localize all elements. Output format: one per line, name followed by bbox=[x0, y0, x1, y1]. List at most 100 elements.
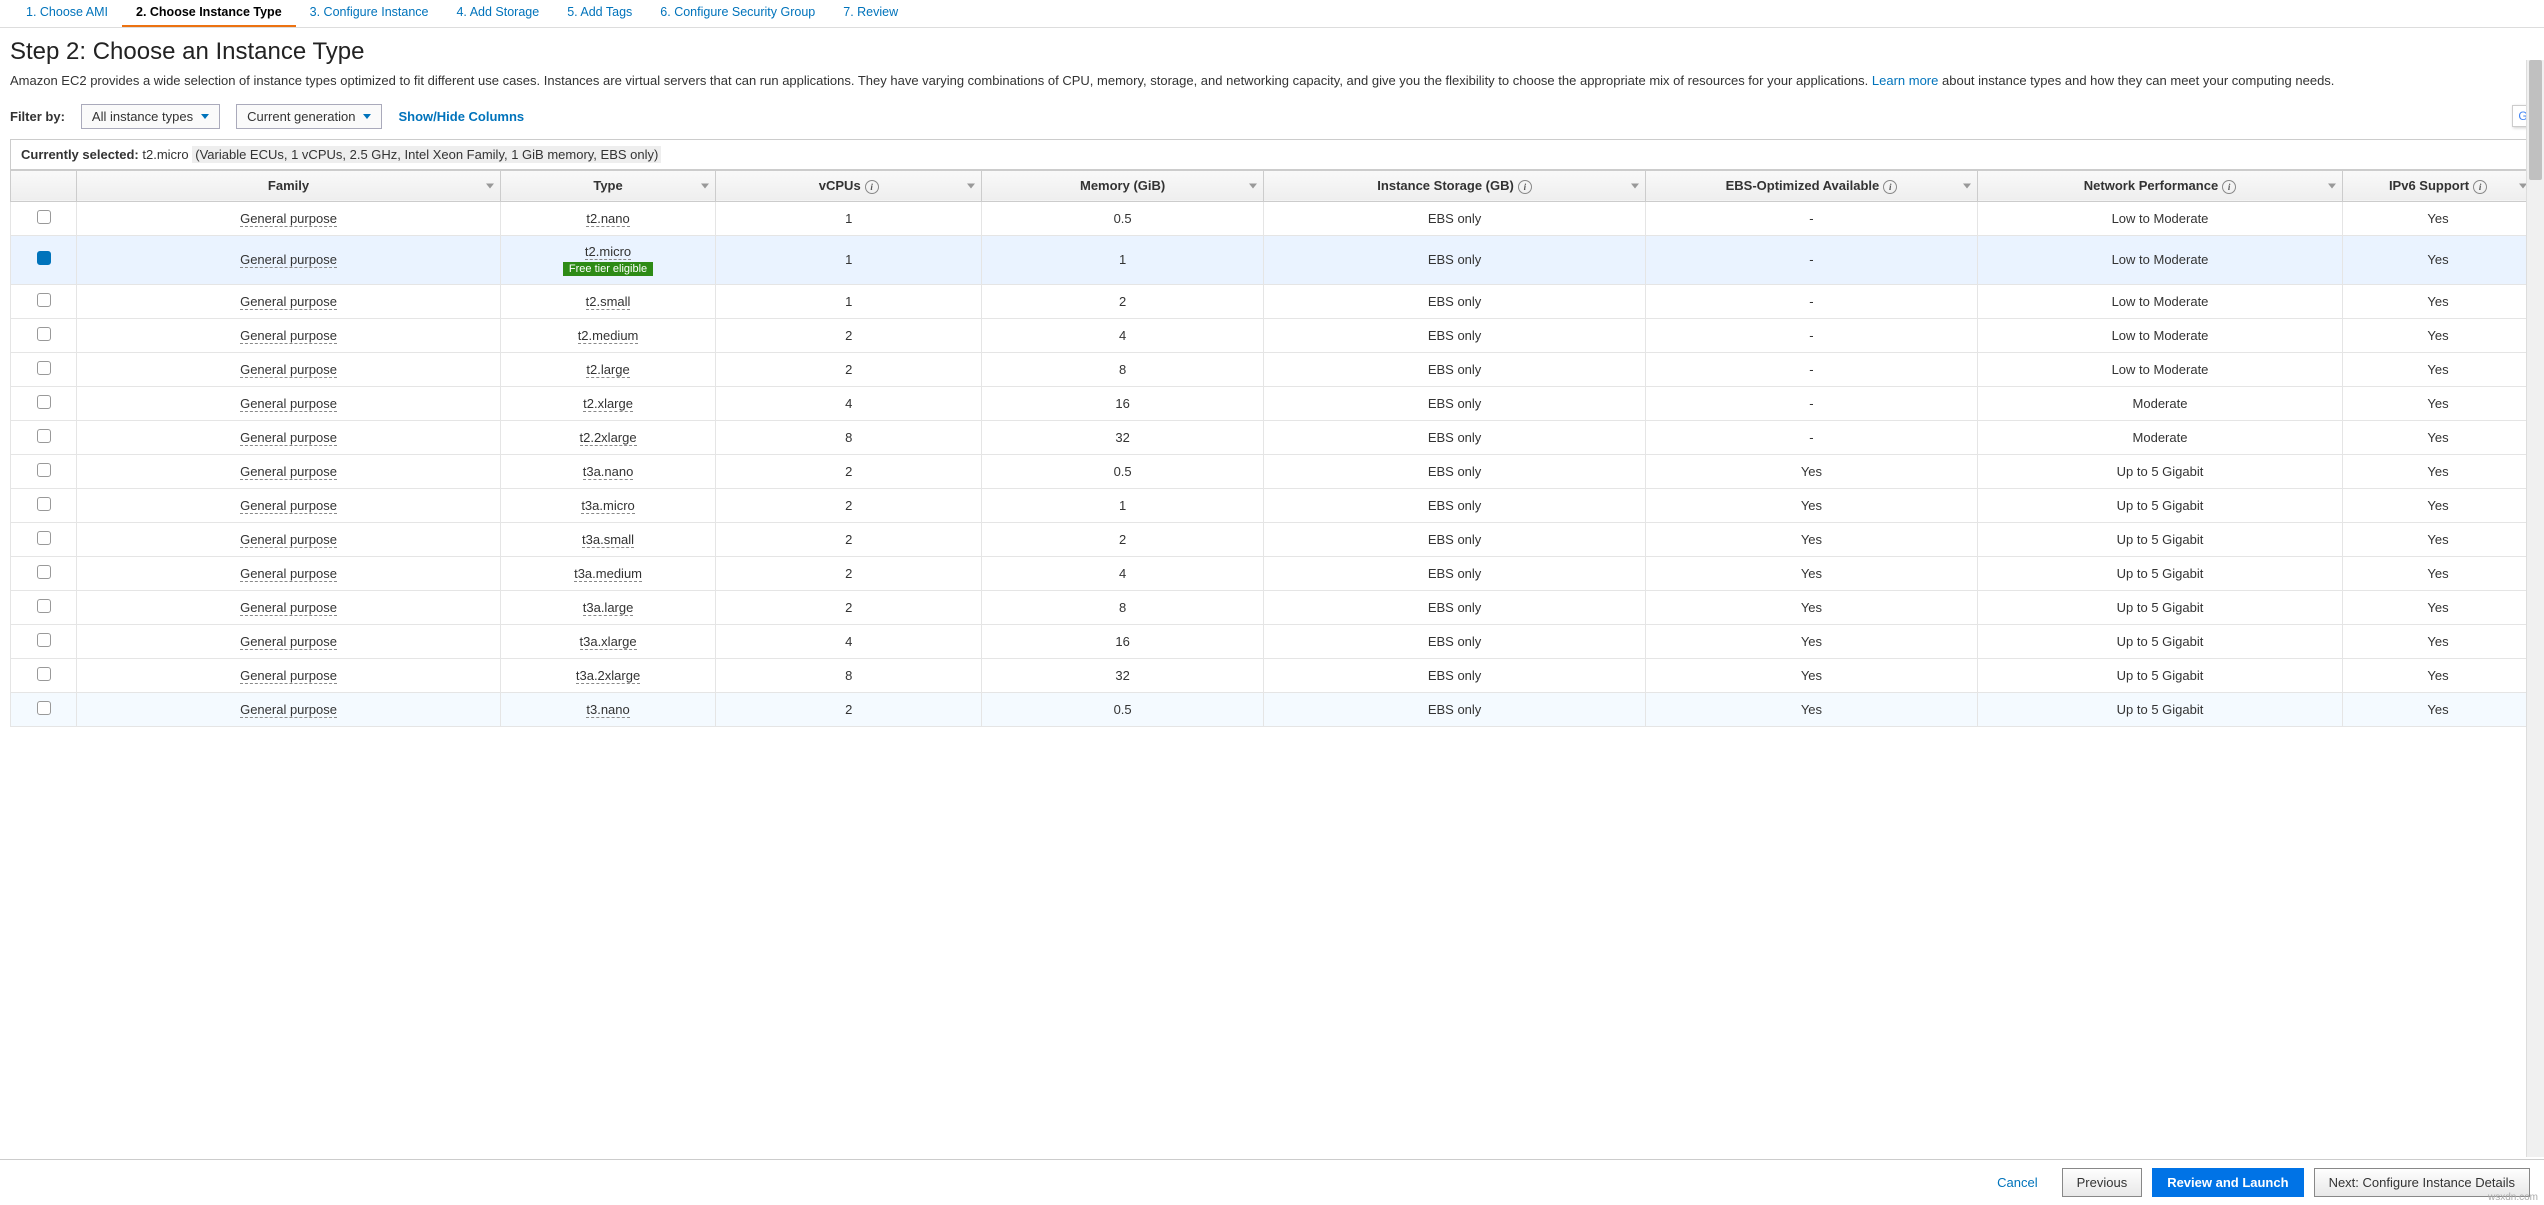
row-checkbox[interactable] bbox=[37, 327, 51, 341]
wizard-tab[interactable]: 2. Choose Instance Type bbox=[122, 1, 296, 27]
show-hide-columns-link[interactable]: Show/Hide Columns bbox=[398, 109, 524, 124]
wizard-tab[interactable]: 7. Review bbox=[829, 1, 912, 27]
table-row[interactable]: General purposet3a.medium24EBS onlyYesUp… bbox=[11, 556, 2534, 590]
table-row[interactable]: General purposet2.xlarge416EBS only-Mode… bbox=[11, 386, 2534, 420]
col-vcpus[interactable]: vCPUsi bbox=[716, 170, 982, 201]
col-ebs[interactable]: EBS-Optimized Availablei bbox=[1645, 170, 1977, 201]
table-row[interactable]: General purposet2.nano10.5EBS only-Low t… bbox=[11, 201, 2534, 235]
cell-ipv6: Yes bbox=[2343, 284, 2534, 318]
col-memory[interactable]: Memory (GiB) bbox=[982, 170, 1264, 201]
table-row[interactable]: General purposet2.small12EBS only-Low to… bbox=[11, 284, 2534, 318]
cell-vcpus: 8 bbox=[716, 658, 982, 692]
cell-vcpus: 4 bbox=[716, 386, 982, 420]
cell-ebs: - bbox=[1645, 235, 1977, 284]
cell-memory: 0.5 bbox=[982, 201, 1264, 235]
instance-type-table: Family Type vCPUsi Memory (GiB) Instance… bbox=[10, 170, 2534, 727]
table-row[interactable]: General purposet2.microFree tier eligibl… bbox=[11, 235, 2534, 284]
info-icon[interactable]: i bbox=[1883, 180, 1897, 194]
table-row[interactable]: General purposet3a.nano20.5EBS onlyYesUp… bbox=[11, 454, 2534, 488]
scrollbar-thumb[interactable] bbox=[2529, 60, 2542, 180]
table-row[interactable]: General purposet2.medium24EBS only-Low t… bbox=[11, 318, 2534, 352]
table-row[interactable]: General purposet3a.large28EBS onlyYesUp … bbox=[11, 590, 2534, 624]
row-checkbox[interactable] bbox=[37, 531, 51, 545]
chevron-down-icon bbox=[2328, 183, 2336, 188]
cell-ebs: - bbox=[1645, 352, 1977, 386]
cell-storage: EBS only bbox=[1264, 488, 1646, 522]
table-row[interactable]: General purposet3a.micro21EBS onlyYesUp … bbox=[11, 488, 2534, 522]
filter-instance-types-label: All instance types bbox=[92, 109, 193, 124]
cell-vcpus: 2 bbox=[716, 590, 982, 624]
col-ipv6[interactable]: IPv6 Supporti bbox=[2343, 170, 2534, 201]
info-icon[interactable]: i bbox=[2473, 180, 2487, 194]
wizard-tab[interactable]: 1. Choose AMI bbox=[12, 1, 122, 27]
cell-ipv6: Yes bbox=[2343, 420, 2534, 454]
table-row[interactable]: General purposet3a.2xlarge832EBS onlyYes… bbox=[11, 658, 2534, 692]
cell-type: t3a.small bbox=[582, 532, 634, 548]
info-icon[interactable]: i bbox=[1518, 180, 1532, 194]
row-checkbox[interactable] bbox=[37, 667, 51, 681]
info-icon[interactable]: i bbox=[865, 180, 879, 194]
vertical-scrollbar[interactable] bbox=[2526, 60, 2544, 1157]
cell-ebs: - bbox=[1645, 318, 1977, 352]
cell-vcpus: 4 bbox=[716, 624, 982, 658]
cell-network: Up to 5 Gigabit bbox=[1977, 488, 2342, 522]
cell-vcpus: 1 bbox=[716, 201, 982, 235]
cell-storage: EBS only bbox=[1264, 386, 1646, 420]
col-network[interactable]: Network Performancei bbox=[1977, 170, 2342, 201]
cell-storage: EBS only bbox=[1264, 590, 1646, 624]
filter-instance-types-dropdown[interactable]: All instance types bbox=[81, 104, 220, 129]
chevron-down-icon bbox=[701, 183, 709, 188]
row-checkbox[interactable] bbox=[37, 429, 51, 443]
cell-network: Low to Moderate bbox=[1977, 352, 2342, 386]
cell-ipv6: Yes bbox=[2343, 658, 2534, 692]
cell-vcpus: 2 bbox=[716, 522, 982, 556]
col-family[interactable]: Family bbox=[77, 170, 500, 201]
row-checkbox[interactable] bbox=[37, 701, 51, 715]
table-row[interactable]: General purposet2.large28EBS only-Low to… bbox=[11, 352, 2534, 386]
cancel-button[interactable]: Cancel bbox=[1983, 1169, 2051, 1196]
table-row[interactable]: General purposet2.2xlarge832EBS only-Mod… bbox=[11, 420, 2534, 454]
cell-ipv6: Yes bbox=[2343, 201, 2534, 235]
chevron-down-icon bbox=[967, 183, 975, 188]
col-type[interactable]: Type bbox=[500, 170, 716, 201]
row-checkbox[interactable] bbox=[37, 210, 51, 224]
cell-memory: 4 bbox=[982, 556, 1264, 590]
cell-type: t3a.nano bbox=[583, 464, 634, 480]
row-checkbox[interactable] bbox=[37, 633, 51, 647]
filter-generation-dropdown[interactable]: Current generation bbox=[236, 104, 382, 129]
col-storage[interactable]: Instance Storage (GB)i bbox=[1264, 170, 1646, 201]
row-checkbox[interactable] bbox=[37, 251, 51, 265]
page-description: Amazon EC2 provides a wide selection of … bbox=[10, 72, 2509, 90]
cell-ebs: Yes bbox=[1645, 658, 1977, 692]
table-row[interactable]: General purposet3a.small22EBS onlyYesUp … bbox=[11, 522, 2534, 556]
cell-ipv6: Yes bbox=[2343, 556, 2534, 590]
table-row[interactable]: General purposet3a.xlarge416EBS onlyYesU… bbox=[11, 624, 2534, 658]
row-checkbox[interactable] bbox=[37, 599, 51, 613]
wizard-tab[interactable]: 4. Add Storage bbox=[442, 1, 553, 27]
row-checkbox[interactable] bbox=[37, 497, 51, 511]
review-and-launch-button[interactable]: Review and Launch bbox=[2152, 1168, 2303, 1197]
cell-family: General purpose bbox=[240, 362, 337, 378]
free-tier-badge: Free tier eligible bbox=[563, 262, 653, 276]
cell-memory: 4 bbox=[982, 318, 1264, 352]
wizard-tab[interactable]: 6. Configure Security Group bbox=[646, 1, 829, 27]
wizard-tab[interactable]: 3. Configure Instance bbox=[296, 1, 443, 27]
previous-button[interactable]: Previous bbox=[2062, 1168, 2143, 1197]
cell-ipv6: Yes bbox=[2343, 352, 2534, 386]
row-checkbox[interactable] bbox=[37, 565, 51, 579]
currently-selected-label: Currently selected: bbox=[21, 147, 139, 162]
wizard-tab[interactable]: 5. Add Tags bbox=[553, 1, 646, 27]
info-icon[interactable]: i bbox=[2222, 180, 2236, 194]
table-row[interactable]: General purposet3.nano20.5EBS onlyYesUp … bbox=[11, 692, 2534, 726]
row-checkbox[interactable] bbox=[37, 395, 51, 409]
cell-family: General purpose bbox=[240, 294, 337, 310]
cell-network: Up to 5 Gigabit bbox=[1977, 454, 2342, 488]
currently-selected-value: t2.micro bbox=[142, 147, 188, 162]
learn-more-link[interactable]: Learn more bbox=[1872, 73, 1938, 88]
row-checkbox[interactable] bbox=[37, 361, 51, 375]
row-checkbox[interactable] bbox=[37, 293, 51, 307]
cell-ebs: Yes bbox=[1645, 454, 1977, 488]
cell-family: General purpose bbox=[240, 600, 337, 616]
row-checkbox[interactable] bbox=[37, 463, 51, 477]
cell-vcpus: 2 bbox=[716, 488, 982, 522]
